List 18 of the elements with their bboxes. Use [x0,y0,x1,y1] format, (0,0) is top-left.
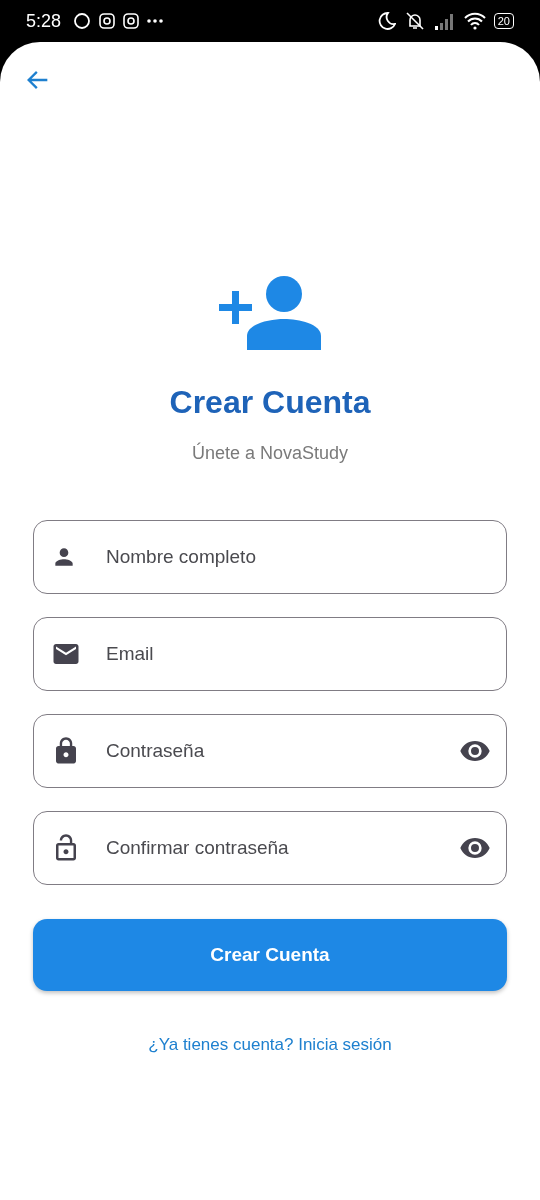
login-link[interactable]: ¿Ya tienes cuenta? Inicia sesión [148,1035,392,1055]
moon-icon [377,12,396,30]
input-field[interactable]: Nombre completo [33,520,507,594]
page-title: Crear Cuenta [169,384,371,421]
input-field[interactable]: Contraseña [33,714,507,788]
input-field[interactable]: Email [33,617,507,691]
subtitle: Únete a NovaStudy [191,443,349,464]
signal-icon [433,12,456,30]
muted-bell-icon [403,11,426,31]
status-time: 5:28 [26,10,62,32]
camera-icon [123,13,140,29]
wifi-icon [463,12,486,30]
more-icon [147,19,164,23]
add-user-icon [219,276,321,350]
battery-indicator: 20 [493,13,514,29]
create-account-button[interactable]: Crear Cuenta [33,919,507,991]
input-field[interactable]: Confirmar contraseña [33,811,507,885]
camera-icon [99,13,116,29]
